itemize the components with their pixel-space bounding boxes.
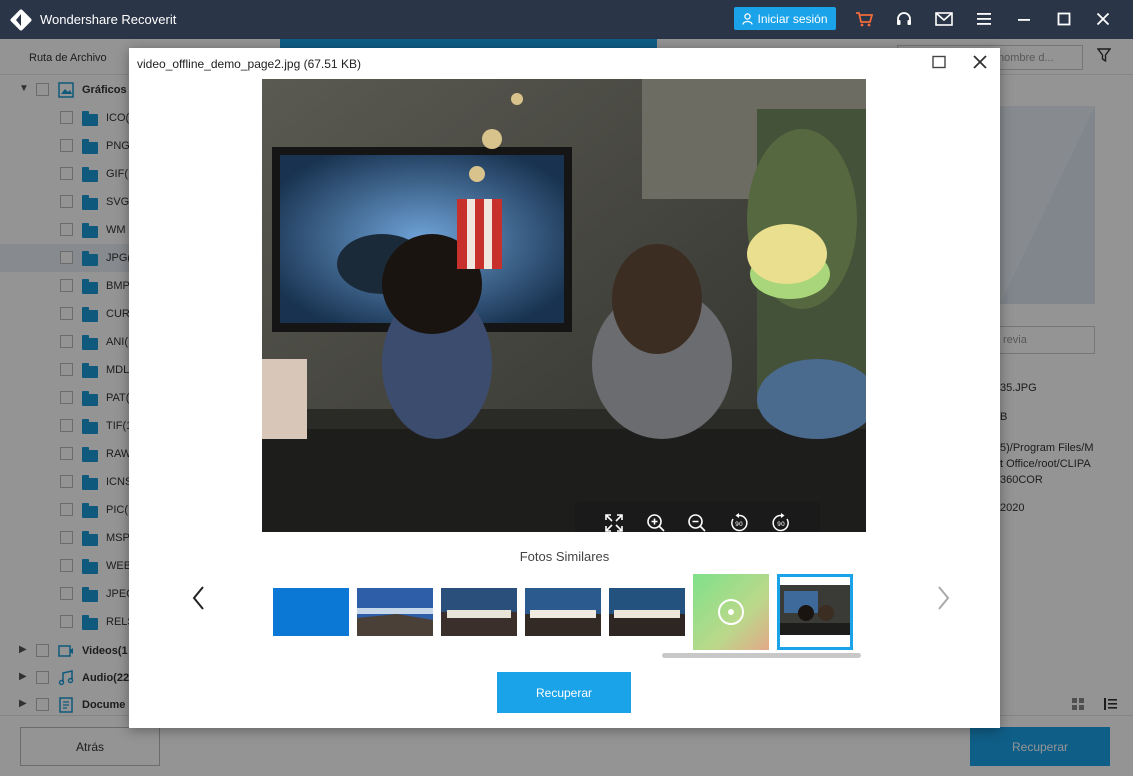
similar-photo-thumbnail[interactable] xyxy=(357,588,433,636)
preview-image: 90 90 xyxy=(262,79,866,532)
maximize-icon[interactable] xyxy=(932,55,946,69)
recoverit-logo-icon xyxy=(10,9,32,31)
close-window-icon[interactable] xyxy=(1093,9,1113,29)
user-icon xyxy=(742,12,754,25)
rotate-right-icon[interactable]: 90 xyxy=(770,512,792,533)
close-icon[interactable] xyxy=(971,53,989,71)
menu-icon[interactable] xyxy=(974,9,994,29)
login-button[interactable]: Iniciar sesión xyxy=(734,7,836,30)
similar-photo-thumbnail[interactable] xyxy=(693,574,769,650)
maximize-icon[interactable] xyxy=(1054,9,1074,29)
similar-photo-thumbnail[interactable] xyxy=(525,588,601,636)
previous-arrow-icon[interactable] xyxy=(189,583,209,613)
zoom-out-icon[interactable] xyxy=(686,512,708,533)
fullscreen-icon[interactable] xyxy=(603,512,625,533)
modal-title: video_offline_demo_page2.jpg (67.51 KB) xyxy=(137,57,361,71)
preview-modal: video_offline_demo_page2.jpg (67.51 KB) xyxy=(129,48,1000,728)
image-controls: 90 90 xyxy=(575,502,820,532)
similar-photo-thumbnail[interactable] xyxy=(441,588,517,636)
headset-icon[interactable] xyxy=(894,9,914,29)
thumbnail-scrollbar[interactable] xyxy=(662,653,861,658)
similar-photo-thumbnail[interactable] xyxy=(273,588,349,636)
next-arrow-icon[interactable] xyxy=(933,583,953,613)
similar-photo-thumbnail-selected[interactable] xyxy=(777,574,853,650)
title-bar: Wondershare Recoverit xyxy=(0,0,1133,39)
mail-icon[interactable] xyxy=(934,9,954,29)
rotate-left-icon[interactable]: 90 xyxy=(728,512,750,533)
svg-text:90: 90 xyxy=(777,521,785,528)
similar-photos-label: Fotos Similares xyxy=(519,549,610,564)
modal-recover-button[interactable]: Recuperar xyxy=(497,672,631,713)
login-label: Iniciar sesión xyxy=(757,11,828,26)
zoom-in-icon[interactable] xyxy=(645,512,667,533)
minimize-icon[interactable] xyxy=(1014,9,1034,29)
similar-photo-thumbnail[interactable] xyxy=(609,588,685,636)
app-title: Wondershare Recoverit xyxy=(40,12,177,27)
cart-icon[interactable] xyxy=(854,9,874,29)
svg-text:90: 90 xyxy=(735,521,743,528)
